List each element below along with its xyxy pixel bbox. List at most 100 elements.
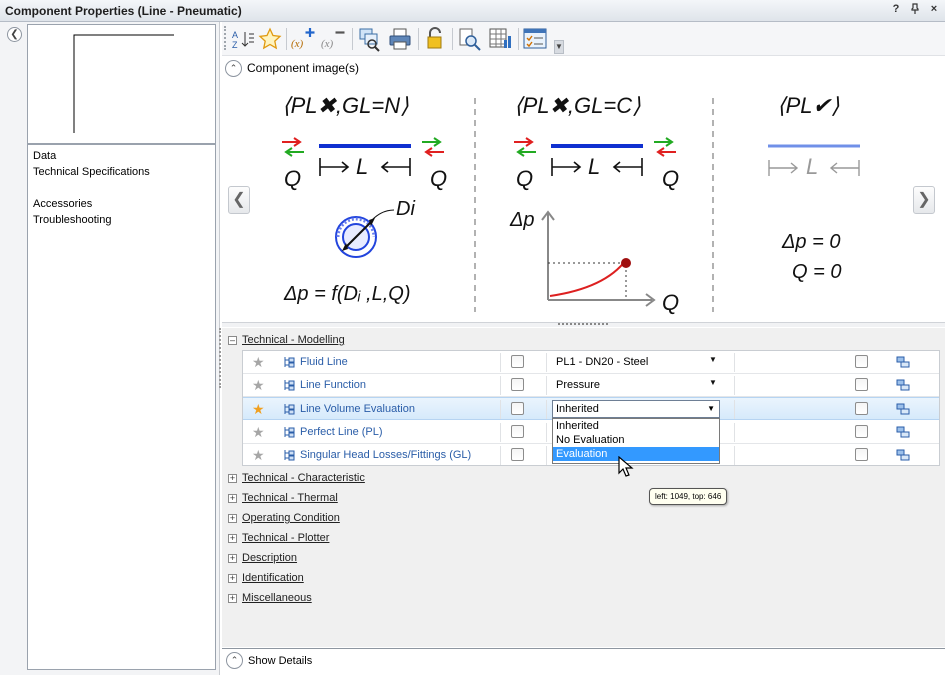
link-table-icon[interactable] <box>896 379 910 391</box>
next-image-button[interactable]: ❯ <box>913 186 935 214</box>
override-checkbox[interactable] <box>855 355 868 368</box>
formula-3: ⟨PL✔⟩ <box>777 93 840 118</box>
option-no-evaluation[interactable]: No Evaluation <box>553 433 719 447</box>
category-technical-thermal[interactable]: + Technical - Thermal <box>228 492 338 508</box>
option-evaluation[interactable]: Evaluation <box>553 447 719 461</box>
splitter[interactable] <box>222 322 945 327</box>
property-tree-icon <box>284 380 295 391</box>
image-panel-2: ⟨PL✖,GL=C⟩ Q L Q Δp Q <box>509 93 679 315</box>
option-inherited[interactable]: Inherited <box>553 419 719 433</box>
print-icon[interactable] <box>387 26 413 52</box>
images-section-label: Component image(s) <box>247 61 360 75</box>
property-checkbox[interactable] <box>511 402 524 415</box>
checklist-icon[interactable] <box>522 26 548 52</box>
nav-item-troubleshooting[interactable]: Troubleshooting <box>33 212 210 228</box>
expand-category-icon[interactable]: + <box>228 573 237 583</box>
expand-category-icon[interactable]: + <box>228 553 237 563</box>
svg-text:Q = 0: Q = 0 <box>792 261 841 283</box>
favorite-star-icon[interactable] <box>257 26 283 52</box>
property-checkbox[interactable] <box>511 425 524 438</box>
left-panel: ❮ Data Technical Specifications Accessor… <box>0 22 220 675</box>
collapse-left-icon[interactable]: ❮ <box>7 27 22 42</box>
window-title: Component Properties (Line - Pneumatic) <box>5 4 242 18</box>
nav-item-technical-specifications[interactable]: Technical Specifications <box>33 164 210 180</box>
property-tree-icon <box>284 427 295 438</box>
expand-category-icon[interactable]: + <box>228 513 237 523</box>
category-technical-plotter[interactable]: + Technical - Plotter <box>228 532 329 548</box>
expand-category-icon[interactable]: + <box>228 493 237 503</box>
dropdown-list: Inherited No Evaluation Evaluation <box>552 418 720 464</box>
nav-item-accessories[interactable]: Accessories <box>33 196 210 212</box>
category-operating-condition[interactable]: + Operating Condition <box>228 512 340 528</box>
close-button[interactable]: × <box>929 3 939 17</box>
svg-text:Q: Q <box>284 166 301 191</box>
category-description[interactable]: + Description <box>228 552 297 568</box>
add-variable-icon[interactable]: (x) <box>290 26 316 52</box>
nav-item-data[interactable]: Data <box>33 148 210 164</box>
dropdown-arrow-icon[interactable]: ▼ <box>709 378 717 387</box>
show-details-label[interactable]: Show Details <box>248 655 312 667</box>
user-search-icon[interactable] <box>457 26 483 52</box>
property-row-line-function[interactable]: ★ Line Function Pressure ▼ <box>243 374 939 397</box>
find-replace-icon[interactable] <box>357 26 383 52</box>
category-technical-characteristic[interactable]: + Technical - Characteristic <box>228 472 365 488</box>
property-value[interactable]: PL1 - DN20 - Steel <box>556 356 648 368</box>
property-tree-icon <box>284 357 295 368</box>
favorite-star-icon[interactable]: ★ <box>252 424 265 441</box>
select-value: Inherited <box>556 403 599 415</box>
grid-grip <box>219 328 222 388</box>
help-button[interactable]: ? <box>891 3 901 17</box>
link-table-icon[interactable] <box>896 449 910 461</box>
expand-category-icon[interactable]: + <box>228 593 237 603</box>
svg-text:Di: Di <box>396 198 415 220</box>
show-details-icon[interactable]: ⌃ <box>226 652 243 669</box>
toolbar-grip[interactable] <box>224 26 227 50</box>
title-bar: Component Properties (Line - Pneumatic) … <box>0 0 945 22</box>
override-checkbox[interactable] <box>855 425 868 438</box>
svg-text:(x): (x) <box>291 38 304 50</box>
link-table-icon[interactable] <box>896 426 910 438</box>
category-technical-modelling[interactable]: – Technical - Modelling <box>228 334 345 350</box>
property-tree-icon <box>284 450 295 461</box>
property-name: Fluid Line <box>300 356 348 368</box>
line-volume-select[interactable]: Inherited ▼ <box>552 400 720 418</box>
override-checkbox[interactable] <box>855 448 868 461</box>
collapse-category-icon[interactable]: – <box>228 335 237 345</box>
component-images-gallery: ⟨PL✖,GL=N⟩ Q L Q Di Δp = f(Dᵢ ,L,Q) ⟨PL✖… <box>222 80 945 320</box>
expand-category-icon[interactable]: + <box>228 473 237 483</box>
property-checkbox[interactable] <box>511 378 524 391</box>
sort-az-icon[interactable]: AZ <box>230 26 256 52</box>
property-name: Line Volume Evaluation <box>300 403 415 415</box>
svg-text:Q: Q <box>430 166 447 191</box>
dropdown-arrow-icon[interactable]: ▼ <box>707 404 715 413</box>
favorite-star-icon[interactable]: ★ <box>252 401 265 418</box>
property-checkbox[interactable] <box>511 355 524 368</box>
category-identification[interactable]: + Identification <box>228 572 304 588</box>
svg-text:L: L <box>588 154 600 179</box>
svg-text:Δp = 0: Δp = 0 <box>781 231 840 253</box>
property-row-line-volume-evaluation[interactable]: ★ Line Volume Evaluation Inherited ▼ <box>243 397 939 420</box>
remove-variable-icon[interactable]: (x) <box>320 26 346 52</box>
prev-image-button[interactable]: ❮ <box>228 186 250 214</box>
override-checkbox[interactable] <box>855 402 868 415</box>
collapse-images-icon[interactable]: ⌃ <box>225 60 242 77</box>
dropdown-arrow-icon[interactable]: ▼ <box>709 355 717 364</box>
mouse-cursor-icon <box>618 456 634 477</box>
details-bar: ⌃ Show Details <box>222 648 945 673</box>
link-table-icon[interactable] <box>896 403 910 415</box>
toolbar-overflow-icon[interactable]: ▼ <box>554 40 564 54</box>
property-row-fluid-line[interactable]: ★ Fluid Line PL1 - DN20 - Steel ▼ <box>243 351 939 374</box>
override-checkbox[interactable] <box>855 378 868 391</box>
table-icon[interactable] <box>487 26 513 52</box>
favorite-star-icon[interactable]: ★ <box>252 377 265 394</box>
unlock-icon[interactable] <box>422 26 448 52</box>
pin-button[interactable] <box>910 3 920 17</box>
formula-2: ⟨PL✖,GL=C⟩ <box>514 93 641 118</box>
favorite-star-icon[interactable]: ★ <box>252 447 265 464</box>
favorite-star-icon[interactable]: ★ <box>252 354 265 371</box>
category-miscellaneous[interactable]: + Miscellaneous <box>228 592 312 608</box>
link-table-icon[interactable] <box>896 356 910 368</box>
property-value[interactable]: Pressure <box>556 379 600 391</box>
property-checkbox[interactable] <box>511 448 524 461</box>
expand-category-icon[interactable]: + <box>228 533 237 543</box>
